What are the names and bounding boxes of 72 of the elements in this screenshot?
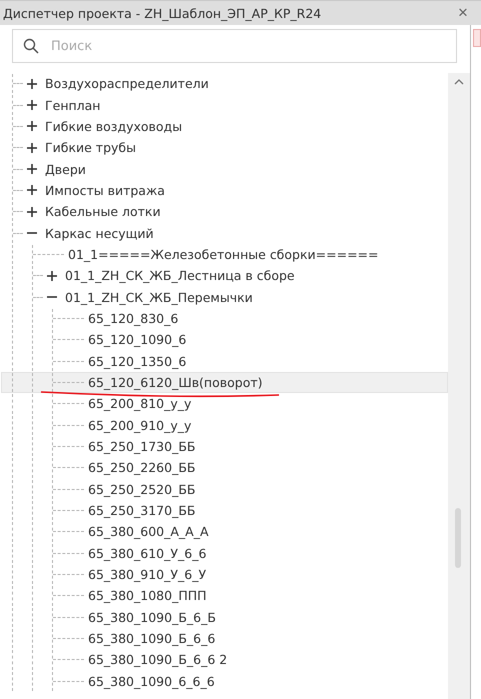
tree-item[interactable]: 65_200_810_у_у	[1, 393, 448, 414]
tree-item[interactable]: 65_120_830_6	[1, 308, 448, 330]
item-label: Двери	[45, 162, 86, 177]
item-label: 65_380_1090_Б_6_Б	[88, 610, 216, 625]
tree-item[interactable]: 65_380_1090_Б_6_Б	[1, 606, 448, 628]
scroll-up-icon[interactable]	[454, 79, 464, 85]
search-field[interactable]: Поиск	[12, 29, 457, 63]
tree-item[interactable]: 65_380_1090_6_6_6	[1, 670, 448, 692]
tree-item[interactable]: Генплан	[1, 94, 448, 116]
item-label: 01_1=====Железобетонные сборки======	[68, 246, 378, 262]
item-label: 01_1_ZH_СК_ЖБ_Перемычки	[65, 290, 253, 305]
item-label: 65_250_1730_ББ	[88, 439, 196, 454]
scroll-thumb[interactable]	[455, 508, 461, 568]
item-label: 65_380_1090_Б_6_6	[88, 631, 216, 646]
item-label: Воздухораспределители	[45, 76, 209, 92]
tree-item[interactable]: 65_380_1090_Б_6_6	[1, 628, 448, 650]
close-button[interactable]: ×	[454, 3, 472, 23]
tree-item[interactable]: 65_120_1350_6	[1, 350, 448, 372]
plus-icon[interactable]	[27, 100, 37, 110]
item-label: 65_200_810_у_у	[88, 396, 192, 412]
item-label: 65_380_1090_Б_6_6 2	[88, 652, 228, 668]
item-label: 65_200_910_у_у	[88, 418, 192, 433]
plus-icon[interactable]	[47, 270, 57, 281]
tree-item[interactable]: 65_250_3170_ББ	[1, 500, 448, 522]
tree-item[interactable]: Гибкие трубы	[1, 137, 448, 158]
tree-item[interactable]: 65_120_1090_6	[1, 329, 448, 350]
item-label: 65_380_1090_6_6_6	[88, 674, 215, 689]
item-label: Гибкие воздуховоды	[45, 118, 182, 134]
tree-item[interactable]: 65_380_610_У_6_6	[1, 542, 448, 564]
plus-icon[interactable]	[27, 78, 37, 89]
search-icon	[23, 38, 39, 54]
tree-item[interactable]: Воздухораспределители	[1, 73, 448, 94]
plus-icon[interactable]	[27, 142, 37, 153]
item-label: 65_250_2520_ББ	[88, 482, 196, 497]
tree-item[interactable]: 65_250_1730_ББ	[1, 436, 448, 458]
scrollbar[interactable]	[448, 73, 470, 699]
item-label: Импосты витража	[45, 182, 165, 198]
tree-item[interactable]: 65_250_2520_ББ	[1, 478, 448, 500]
item-label: 65_380_910_У_6_У	[88, 567, 206, 582]
tree-item[interactable]: 01_1_ZH_СК_ЖБ_Лестница в сборе	[1, 265, 448, 286]
window-title: Диспетчер проекта - ZH_Шаблон_ЭП_АР_КР_R24	[3, 6, 322, 20]
item-label: Гибкие трубы	[45, 140, 136, 156]
tree-item[interactable]: 01_1=====Железобетонные сборки======	[1, 244, 448, 266]
plus-icon[interactable]	[27, 185, 37, 196]
plus-icon[interactable]	[27, 206, 37, 217]
item-label: Каркас несущий	[45, 226, 154, 241]
item-label: 65_120_1350_6	[88, 354, 186, 369]
item-label: 65_250_2260_ББ	[88, 460, 196, 476]
tree-item[interactable]: 65_200_910_у_у	[1, 414, 448, 436]
tree-item[interactable]: 65_250_2260_ББ	[1, 457, 448, 479]
tree-item[interactable]: 65_380_600_А_А_А	[1, 521, 448, 543]
plus-icon[interactable]	[27, 164, 37, 174]
item-label: 65_120_830_6	[88, 310, 178, 326]
item-label: 65_120_6120_Шв(поворот)	[88, 374, 263, 390]
tree-item[interactable]: Двери	[1, 158, 448, 180]
item-label: 65_120_1090_6	[88, 332, 186, 348]
tree-item[interactable]: Импосты витража	[1, 180, 448, 202]
item-label: 65_250_3170_ББ	[88, 503, 196, 518]
item-label: 65_380_610_У_6_6	[88, 546, 206, 561]
item-label: 65_380_1080_ППП	[88, 588, 207, 604]
item-label: 65_380_600_А_А_А	[88, 524, 209, 540]
plus-icon[interactable]	[27, 121, 37, 132]
item-label: Генплан	[45, 98, 100, 113]
tree-item[interactable]: Кабельные лотки	[1, 201, 448, 222]
tree-item[interactable]: 65_380_1090_Б_6_6 2	[1, 649, 448, 671]
tree-item[interactable]: 65_380_1080_ППП	[1, 585, 448, 607]
item-label: 01_1_ZH_СК_ЖБ_Лестница в сборе	[65, 268, 295, 284]
tree-item[interactable]: 01_1_ZH_СК_ЖБ_Перемычки	[1, 286, 448, 308]
item-label: Кабельные лотки	[45, 204, 161, 220]
tree-item[interactable]: Каркас несущий	[1, 222, 448, 244]
tree-item[interactable]: Гибкие воздуховоды	[1, 116, 448, 138]
tree-item[interactable]: 65_380_910_У_6_У	[1, 564, 448, 586]
